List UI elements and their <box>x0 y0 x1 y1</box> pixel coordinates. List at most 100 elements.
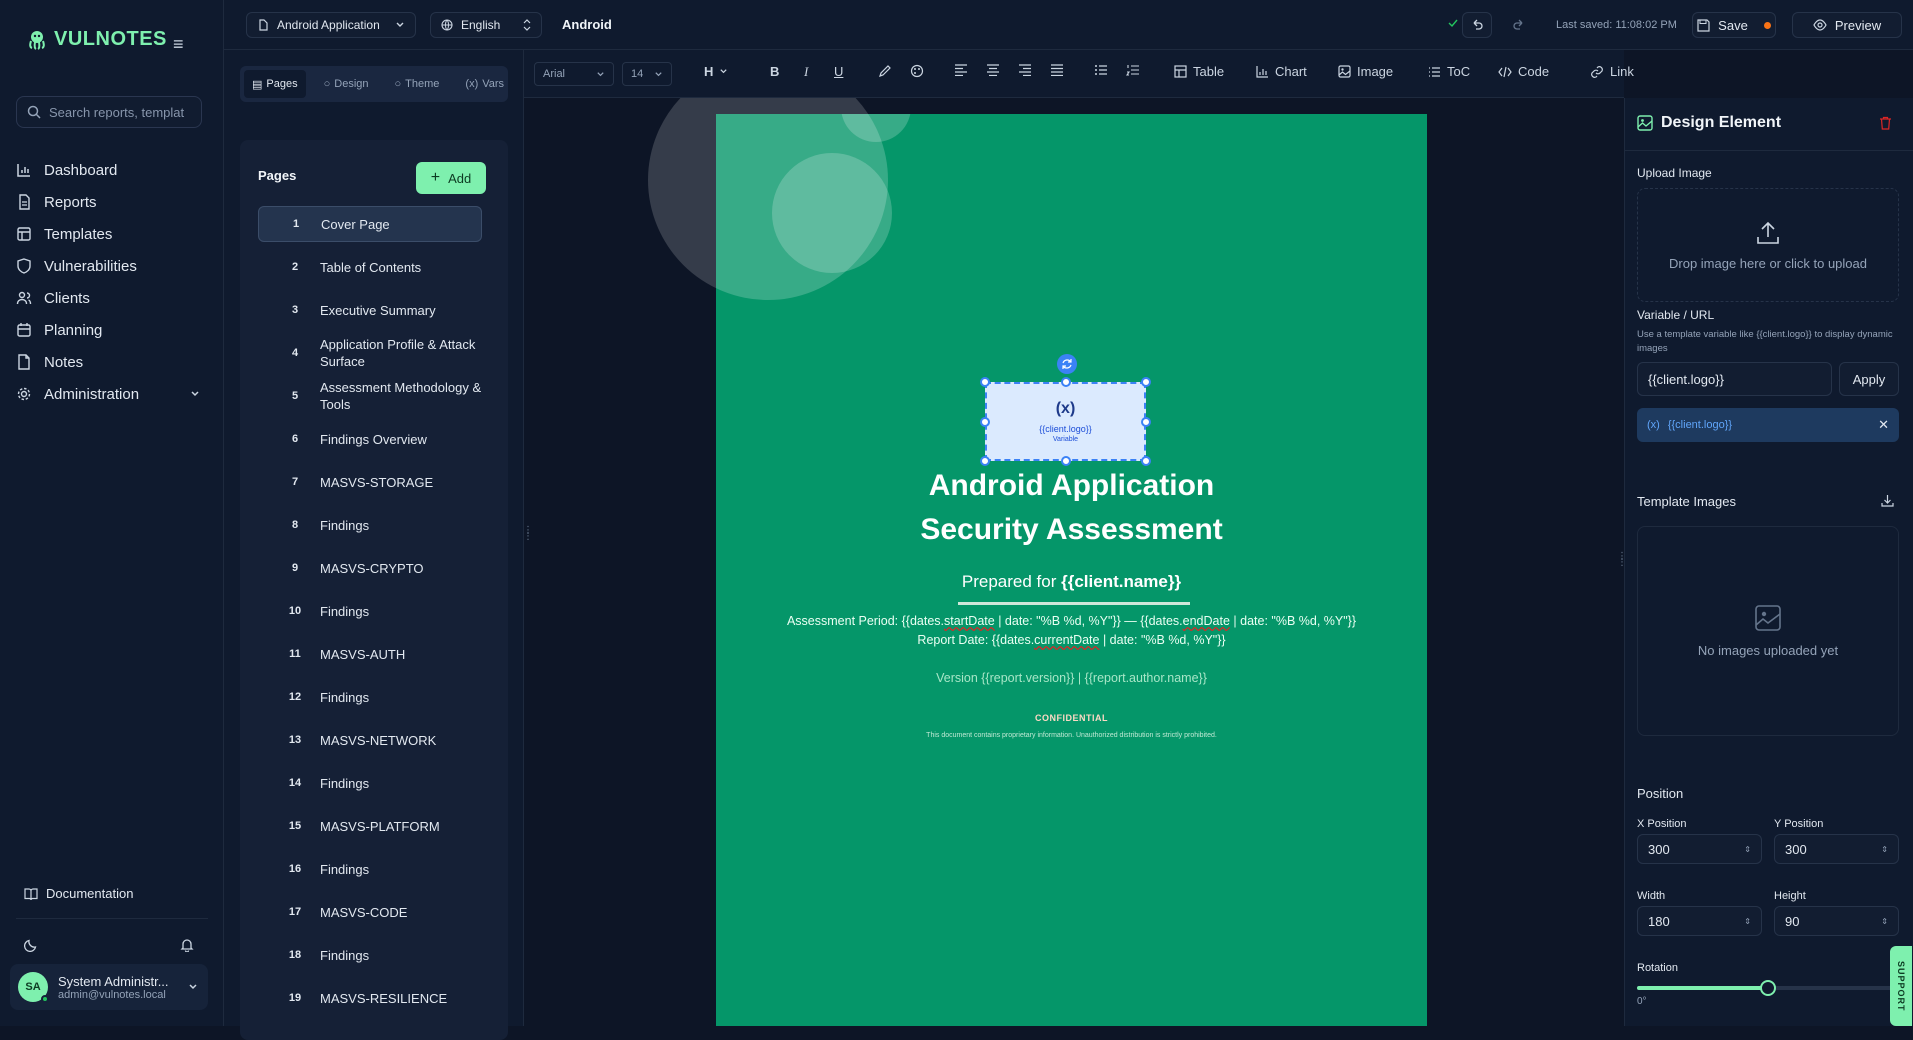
x-position-input[interactable]: 300 ⇕ <box>1637 834 1762 864</box>
font-size-select[interactable]: 14 <box>622 62 672 86</box>
cover-page[interactable]: (x) {{client.logo}} Variable Android App… <box>716 114 1427 1026</box>
search-box[interactable] <box>16 96 202 128</box>
page-item[interactable]: 4 Application Profile & Attack Surface <box>258 335 482 371</box>
width-input[interactable]: 180 ⇕ <box>1637 906 1762 936</box>
tab-design[interactable]: ○ Design <box>316 70 377 98</box>
resize-handle-left[interactable]: ⋮ ⋮ <box>524 526 533 542</box>
insert-toc-button[interactable]: ToC <box>1428 64 1470 79</box>
selected-image-element[interactable]: (x) {{client.logo}} Variable <box>985 382 1146 461</box>
nav-item-templates[interactable]: Templates <box>0 218 224 250</box>
apply-button[interactable]: Apply <box>1839 362 1899 396</box>
page-item[interactable]: 2 Table of Contents <box>258 249 482 285</box>
y-position-input[interactable]: 300 ⇕ <box>1774 834 1899 864</box>
redo-button[interactable] <box>1504 12 1534 38</box>
download-icon[interactable] <box>1881 494 1894 507</box>
align-left-icon[interactable] <box>954 64 968 76</box>
align-center-icon[interactable] <box>986 64 1000 76</box>
page-item[interactable]: 15 MASVS-PLATFORM <box>258 808 482 844</box>
resize-handle-sw[interactable] <box>980 456 990 466</box>
heading-select[interactable]: H <box>704 64 728 79</box>
bell-icon[interactable] <box>180 938 194 952</box>
document-title[interactable]: Android <box>562 17 612 32</box>
page-item[interactable]: 10 Findings <box>258 593 482 629</box>
rotate-handle[interactable] <box>1057 354 1077 374</box>
disclaimer[interactable]: This document contains proprietary infor… <box>716 732 1427 739</box>
page-item[interactable]: 6 Findings Overview <box>258 421 482 457</box>
resize-handle-n[interactable] <box>1061 377 1071 387</box>
font-family-select[interactable]: Arial <box>534 62 614 86</box>
page-item[interactable]: 16 Findings <box>258 851 482 887</box>
page-item[interactable]: 11 MASVS-AUTH <box>258 636 482 672</box>
menu-icon[interactable]: ≡ <box>173 34 184 55</box>
nav-item-planning[interactable]: Planning <box>0 314 224 346</box>
save-button[interactable]: Save <box>1692 12 1776 38</box>
nav-item-reports[interactable]: Reports <box>0 186 224 218</box>
resize-handle-nw[interactable] <box>980 377 990 387</box>
rotation-slider[interactable] <box>1637 980 1899 996</box>
bold-icon[interactable]: B <box>770 64 779 79</box>
support-tab[interactable]: SUPPORT <box>1890 946 1912 1026</box>
stepper-icon[interactable]: ⇕ <box>1744 845 1751 854</box>
page-item[interactable]: 17 MASVS-CODE <box>258 894 482 930</box>
height-input[interactable]: 90 ⇕ <box>1774 906 1899 936</box>
page-item[interactable]: 19 MASVS-RESILIENCE <box>258 980 482 1016</box>
page-item[interactable]: 3 Executive Summary <box>258 292 482 328</box>
resize-handle-right[interactable]: ⋮ ⋮ <box>1617 552 1624 568</box>
assessment-period[interactable]: Assessment Period: {{dates.startDate | d… <box>716 614 1427 628</box>
numbered-list-icon[interactable] <box>1126 64 1140 76</box>
preview-button[interactable]: Preview <box>1792 12 1902 38</box>
language-select[interactable]: English <box>430 12 542 38</box>
page-item[interactable]: 9 MASVS-CRYPTO <box>258 550 482 586</box>
template-select[interactable]: Android Application <box>246 12 416 38</box>
page-item[interactable]: 14 Findings <box>258 765 482 801</box>
page-item[interactable]: 7 MASVS-STORAGE <box>258 464 482 500</box>
page-item[interactable]: 13 MASVS-NETWORK <box>258 722 482 758</box>
editor-canvas[interactable]: ⋮ ⋮ (x) {{client.logo}} Variable Android … <box>524 98 1624 1026</box>
page-item[interactable]: 5 Assessment Methodology & Tools <box>258 378 482 414</box>
variable-input[interactable]: {{client.logo}} <box>1637 362 1832 396</box>
version-line[interactable]: Version {{report.version}} | {{report.au… <box>716 671 1427 685</box>
insert-link-button[interactable]: Link <box>1590 64 1634 79</box>
moon-icon[interactable] <box>24 938 38 952</box>
resize-handle-s[interactable] <box>1061 456 1071 466</box>
insert-image-button[interactable]: Image <box>1338 64 1393 79</box>
insert-table-button[interactable]: Table <box>1174 64 1224 79</box>
nav-item-clients[interactable]: Clients <box>0 282 224 314</box>
tab-vars[interactable]: (x) Vars <box>457 70 512 98</box>
resize-handle-e[interactable] <box>1141 417 1151 427</box>
cover-title-line1[interactable]: Android Application <box>716 469 1427 503</box>
page-item[interactable]: 12 Findings <box>258 679 482 715</box>
stepper-icon[interactable]: ⇕ <box>1881 917 1888 926</box>
trash-icon[interactable] <box>1879 116 1892 130</box>
pen-icon[interactable] <box>878 64 892 78</box>
italic-icon[interactable]: I <box>804 64 808 80</box>
nav-item-administration[interactable]: Administration <box>0 378 224 410</box>
report-date[interactable]: Report Date: {{dates.currentDate | date:… <box>716 633 1427 647</box>
documentation-link[interactable]: Documentation <box>24 886 133 901</box>
nav-item-dashboard[interactable]: Dashboard <box>0 154 224 186</box>
palette-icon[interactable] <box>910 64 924 78</box>
brand-logo[interactable]: VULNOTES <box>26 28 167 51</box>
underline-icon[interactable]: U <box>834 64 843 79</box>
cover-title-line2[interactable]: Security Assessment <box>716 513 1427 547</box>
insert-chart-button[interactable]: Chart <box>1256 64 1307 79</box>
resize-handle-se[interactable] <box>1141 456 1151 466</box>
page-item[interactable]: 18 Findings <box>258 937 482 973</box>
resize-handle-w[interactable] <box>980 417 990 427</box>
upload-dropzone[interactable]: Drop image here or click to upload <box>1637 188 1899 302</box>
search-input[interactable] <box>49 104 189 120</box>
resize-handle-ne[interactable] <box>1141 377 1151 387</box>
page-item[interactable]: 8 Findings <box>258 507 482 543</box>
add-page-button[interactable]: + Add <box>416 162 486 194</box>
close-icon[interactable]: ✕ <box>1878 417 1889 433</box>
user-menu[interactable]: SA System Administr... admin@vulnotes.lo… <box>10 964 208 1010</box>
page-item[interactable]: 1 Cover Page <box>258 206 482 242</box>
stepper-icon[interactable]: ⇕ <box>1744 917 1751 926</box>
tab-pages[interactable]: ▤ Pages <box>244 70 306 98</box>
stepper-icon[interactable]: ⇕ <box>1881 845 1888 854</box>
prepared-for[interactable]: Prepared for {{client.name}} <box>716 572 1427 592</box>
bullet-list-icon[interactable] <box>1094 64 1108 76</box>
tab-theme[interactable]: ○ Theme <box>387 70 448 98</box>
nav-item-vulnerabilities[interactable]: Vulnerabilities <box>0 250 224 282</box>
insert-code-button[interactable]: Code <box>1498 64 1549 79</box>
